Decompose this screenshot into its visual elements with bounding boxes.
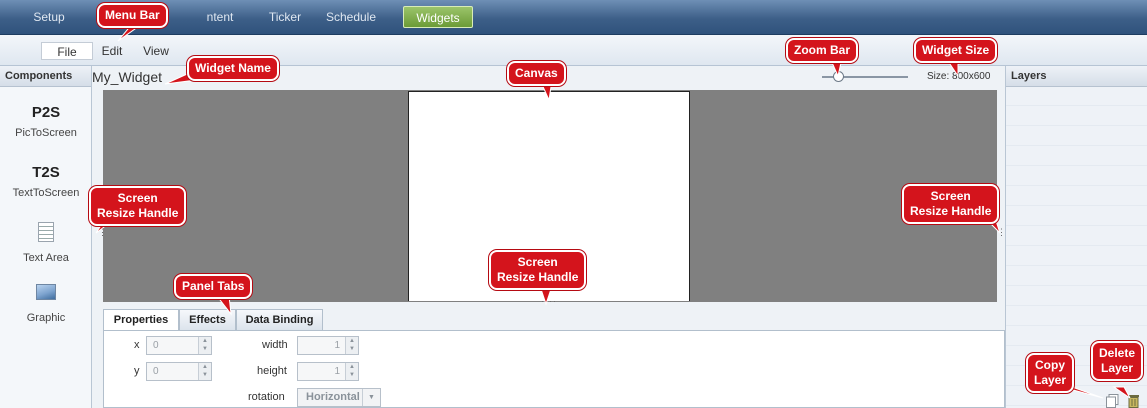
menu-file[interactable]: File bbox=[41, 42, 93, 60]
widget-size-label: Size: 800x600 bbox=[927, 71, 991, 82]
callout-copy-layer-line1: Copy bbox=[1035, 358, 1066, 372]
x-input[interactable]: 0 ▲ ▼ bbox=[146, 336, 212, 355]
callout-delete-layer: Delete Layer bbox=[1091, 341, 1144, 381]
editor-area: My_Widget Size: 800x600 ⋮ ⋮ ···· Propert… bbox=[92, 66, 1006, 408]
x-value: 0 bbox=[153, 340, 159, 351]
texttoscreen-glyph: T2S bbox=[32, 164, 60, 181]
document-icon bbox=[38, 222, 54, 242]
chevron-down-icon: ▼ bbox=[362, 389, 380, 406]
zoom-slider-thumb[interactable] bbox=[833, 71, 845, 82]
y-stepper-icon[interactable]: ▲ ▼ bbox=[198, 363, 211, 380]
nav-tab-setup[interactable]: Setup bbox=[26, 6, 72, 28]
properties-body: x 0 ▲ ▼ y 0 ▲ ▼ width 1 ▲ ▼ height 1 ▲ ▼… bbox=[103, 330, 1005, 408]
top-nav: Setup Co ntent Ticker Schedule Widgets bbox=[0, 0, 1147, 35]
picture-icon bbox=[36, 284, 56, 300]
graphic-label: Graphic bbox=[26, 312, 66, 324]
components-title: Components bbox=[0, 66, 91, 87]
callout-delete-layer-line1: Delete bbox=[1099, 346, 1136, 360]
callout-panel-tabs: Panel Tabs bbox=[174, 274, 253, 299]
layers-title: Layers bbox=[1006, 66, 1147, 87]
callout-zoom-bar: Zoom Bar bbox=[786, 38, 859, 63]
properties-panel: Properties Effects Data Binding x 0 ▲ ▼ y… bbox=[103, 309, 1005, 408]
y-input[interactable]: 0 ▲ ▼ bbox=[146, 362, 212, 381]
tab-effects[interactable]: Effects bbox=[179, 309, 236, 330]
component-texttoscreen[interactable]: T2S TextToScreen bbox=[0, 164, 92, 199]
y-label: y bbox=[134, 365, 140, 377]
callout-delete-layer-line2: Layer bbox=[1101, 361, 1134, 375]
x-stepper-icon[interactable]: ▲ ▼ bbox=[198, 337, 211, 354]
width-input[interactable]: 1 ▲ ▼ bbox=[297, 336, 359, 355]
width-value: 1 bbox=[334, 340, 340, 351]
component-pictoscreen[interactable]: P2S PicToScreen bbox=[0, 104, 92, 139]
callout-canvas: Canvas bbox=[507, 61, 566, 86]
rotation-value: Horizontal bbox=[306, 391, 360, 403]
callout-resize-left-line1: Screen bbox=[117, 191, 158, 205]
menu-view[interactable]: View bbox=[138, 42, 174, 60]
resize-handle-left[interactable]: ⋮ bbox=[98, 228, 107, 244]
callout-widget-name: Widget Name bbox=[187, 56, 279, 81]
nav-tab-schedule[interactable]: Schedule bbox=[320, 6, 382, 28]
callout-resize-bottom-line2: Resize Handle bbox=[497, 270, 579, 284]
resize-handle-right[interactable]: ⋮ bbox=[997, 228, 1006, 244]
trash-icon[interactable] bbox=[1127, 394, 1140, 408]
callout-widget-size: Widget Size bbox=[914, 38, 998, 63]
text-area-label: Text Area bbox=[23, 252, 69, 264]
rotation-label: rotation bbox=[248, 391, 285, 403]
callout-resize-right-line1: Screen bbox=[930, 189, 971, 203]
width-stepper-icon[interactable]: ▲ ▼ bbox=[345, 337, 358, 354]
height-value: 1 bbox=[334, 366, 340, 377]
nav-tab-content-rest[interactable]: ntent bbox=[204, 6, 236, 28]
height-label: height bbox=[257, 365, 287, 377]
x-label: x bbox=[134, 339, 140, 351]
y-value: 0 bbox=[153, 366, 159, 377]
callout-resize-left-line2: Resize Handle bbox=[97, 206, 179, 220]
callout-resize-bottom-line1: Screen bbox=[517, 255, 558, 269]
component-graphic[interactable]: Graphic bbox=[0, 284, 92, 324]
widget-editor-app: Setup Co ntent Ticker Schedule Widgets F… bbox=[0, 0, 1147, 408]
height-input[interactable]: 1 ▲ ▼ bbox=[297, 362, 359, 381]
tab-properties[interactable]: Properties bbox=[103, 309, 179, 331]
callout-menu-bar: Menu Bar bbox=[97, 3, 168, 28]
components-panel: Components P2S PicToScreen T2S TextToScr… bbox=[0, 66, 92, 408]
width-label: width bbox=[262, 339, 288, 351]
callout-copy-layer-line2: Layer bbox=[1034, 373, 1067, 387]
callout-resize-left: Screen Resize Handle bbox=[89, 186, 187, 226]
callout-resize-bottom: Screen Resize Handle bbox=[489, 250, 587, 290]
height-stepper-icon[interactable]: ▲ ▼ bbox=[345, 363, 358, 380]
copy-icon[interactable] bbox=[1106, 394, 1119, 408]
callout-resize-right: Screen Resize Handle bbox=[902, 184, 1000, 224]
component-text-area[interactable]: Text Area bbox=[0, 222, 92, 264]
texttoscreen-label: TextToScreen bbox=[12, 187, 80, 199]
widget-name[interactable]: My_Widget bbox=[92, 69, 162, 85]
pictoscreen-glyph: P2S bbox=[31, 104, 61, 121]
callout-copy-layer: Copy Layer bbox=[1026, 353, 1075, 393]
nav-tab-ticker[interactable]: Ticker bbox=[264, 6, 306, 28]
callout-resize-right-line2: Resize Handle bbox=[910, 204, 992, 218]
tab-data-binding[interactable]: Data Binding bbox=[236, 309, 323, 330]
nav-tab-widgets[interactable]: Widgets bbox=[403, 6, 473, 28]
rotation-select[interactable]: Horizontal ▼ bbox=[297, 388, 381, 407]
pictoscreen-label: PicToScreen bbox=[15, 127, 77, 139]
menu-edit[interactable]: Edit bbox=[97, 42, 127, 60]
resize-handle-bottom[interactable]: ···· bbox=[541, 296, 556, 306]
